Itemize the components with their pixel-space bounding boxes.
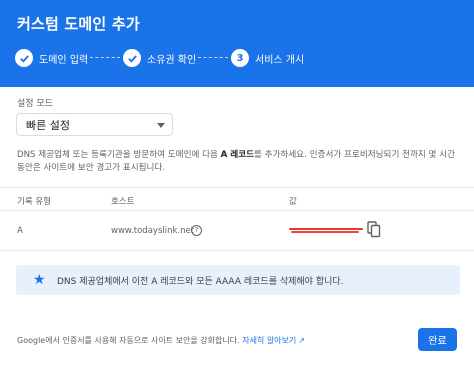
instructions-bold: A 레코드 bbox=[220, 150, 255, 160]
banner-text: DNS 제공업체에서 이전 A 레코드와 모든 AAAA 레코드를 삭제해야 합… bbox=[57, 277, 344, 287]
learn-more-link[interactable]: 자세히 알아보기 bbox=[242, 336, 296, 345]
footer-note: Google에서 인증서를 사용해 자동으로 사이트 보안을 강화합니다. 자세… bbox=[17, 335, 305, 346]
table-row: A www.todayslink.net ? bbox=[0, 211, 474, 251]
step-ownership: 소유권 확인 bbox=[123, 48, 196, 68]
step-domain-input: 도메인 입력 bbox=[15, 48, 88, 68]
dialog-title: 커스텀 도메인 추가 bbox=[17, 15, 140, 33]
step-number: 3 bbox=[231, 49, 249, 67]
done-button[interactable]: 완료 bbox=[418, 328, 457, 351]
help-icon[interactable]: ? bbox=[191, 225, 202, 236]
instructions: DNS 제공업체 또는 등록기관을 방문하여 도메인에 다음 A 레코드를 추가… bbox=[17, 149, 457, 175]
dialog-header: 커스텀 도메인 추가 도메인 입력 소유권 확인 3 서비스 개시 bbox=[0, 0, 474, 87]
column-host: 호스트 bbox=[111, 197, 135, 207]
mode-select[interactable]: 빠른 설정 bbox=[16, 113, 173, 136]
column-record-type: 기록 유형 bbox=[17, 197, 51, 207]
check-icon bbox=[15, 49, 33, 67]
step-label: 소유권 확인 bbox=[147, 54, 197, 66]
instructions-text: DNS 제공업체 또는 등록기관을 방문하여 도메인에 다음 bbox=[17, 150, 221, 160]
copy-icon[interactable] bbox=[367, 221, 381, 238]
host-cell: www.todayslink.net bbox=[111, 226, 195, 236]
step-service-launch: 3 서비스 개시 bbox=[231, 48, 304, 68]
stepper: 도메인 입력 소유권 확인 3 서비스 개시 bbox=[15, 48, 465, 68]
warning-banner: ★ DNS 제공업체에서 이전 A 레코드와 모든 AAAA 레코드를 삭제해야… bbox=[16, 265, 460, 295]
step-label: 서비스 개시 bbox=[255, 54, 305, 66]
check-icon bbox=[123, 49, 141, 67]
footer-text: Google에서 인증서를 사용해 자동으로 사이트 보안을 강화합니다. bbox=[17, 336, 240, 345]
chevron-down-icon bbox=[157, 123, 165, 128]
add-custom-domain-dialog: 커스텀 도메인 추가 도메인 입력 소유권 확인 3 서비스 개시 설정 모드 … bbox=[0, 0, 474, 369]
step-connector bbox=[90, 57, 120, 58]
mode-label: 설정 모드 bbox=[17, 99, 53, 109]
record-type-cell: A bbox=[17, 226, 23, 236]
mode-select-value: 빠른 설정 bbox=[26, 118, 70, 132]
external-link-icon: ↗ bbox=[298, 336, 305, 345]
step-label: 도메인 입력 bbox=[39, 54, 89, 66]
redacted-value bbox=[289, 227, 363, 234]
star-icon: ★ bbox=[33, 272, 46, 288]
step-connector bbox=[198, 57, 228, 58]
records-table-header: 기록 유형 호스트 값 bbox=[0, 187, 474, 211]
column-value: 값 bbox=[289, 197, 297, 207]
